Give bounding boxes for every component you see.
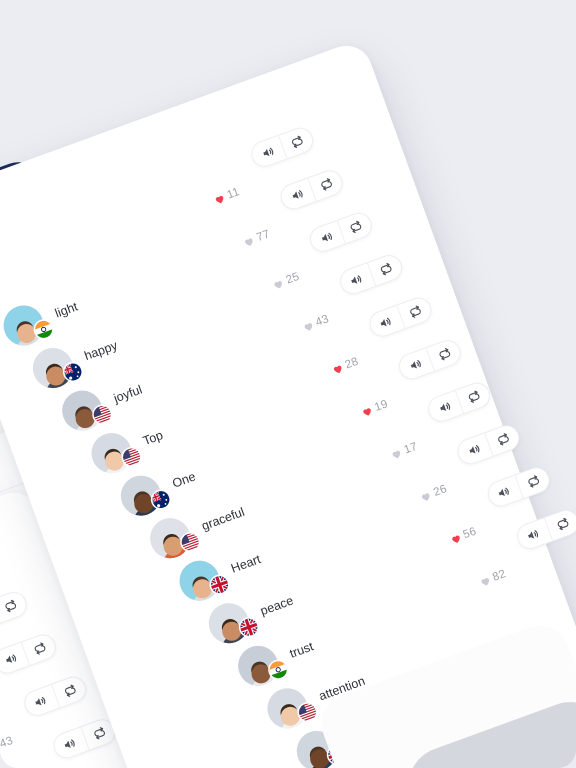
like-stat[interactable]: 43	[301, 313, 331, 334]
like-count: 11	[225, 186, 242, 202]
like-count: 82	[491, 568, 508, 584]
audio-action-pill[interactable]	[513, 506, 576, 553]
like-stat[interactable]: 77	[242, 228, 272, 249]
repeat-icon[interactable]	[425, 337, 464, 371]
audio-action-pill[interactable]	[454, 421, 524, 468]
like-stat[interactable]: 19	[360, 398, 390, 419]
repeat-icon[interactable]	[455, 380, 493, 414]
heart-icon	[331, 362, 345, 376]
repeat-icon[interactable]	[396, 295, 434, 329]
heart-icon	[360, 404, 374, 418]
like-count: 43	[314, 313, 331, 330]
repeat-icon[interactable]	[337, 210, 375, 244]
heart-icon	[478, 574, 492, 588]
like-count: 19	[373, 398, 390, 414]
like-count: 56	[461, 525, 479, 542]
like-stat[interactable]: 26	[419, 483, 449, 504]
audio-action-pill[interactable]	[20, 673, 90, 720]
audio-action-pill[interactable]	[365, 294, 435, 341]
heart-icon	[242, 234, 256, 248]
like-stat[interactable]: 82	[478, 568, 508, 589]
heart-icon	[390, 447, 404, 461]
audio-action-pill[interactable]	[247, 124, 317, 171]
audio-action-pill[interactable]	[306, 209, 376, 256]
repeat-icon[interactable]	[307, 167, 345, 202]
like-count: 25	[284, 270, 302, 287]
like-count: 26	[432, 483, 449, 499]
repeat-icon[interactable]	[50, 674, 89, 708]
audio-action-pill[interactable]	[0, 630, 60, 678]
like-stat[interactable]: 56	[448, 526, 478, 547]
audio-action-pill[interactable]	[336, 251, 406, 298]
like-stat[interactable]: 43	[0, 735, 15, 756]
like-stat[interactable]: 28	[330, 356, 360, 377]
audio-action-pill[interactable]	[0, 588, 31, 635]
heart-icon	[449, 532, 463, 546]
heart-icon	[272, 277, 286, 291]
repeat-icon[interactable]	[366, 252, 405, 287]
repeat-icon[interactable]	[278, 125, 316, 159]
like-stat[interactable]: 25	[271, 271, 301, 292]
heart-icon	[301, 319, 315, 333]
like-count: 17	[402, 440, 420, 457]
audio-action-pill[interactable]	[424, 378, 494, 426]
like-stat[interactable]: 11	[212, 186, 241, 206]
heart-icon	[213, 192, 227, 206]
app-canvas: 1177254328 lighthappyjoyfulTopOnegracefu…	[0, 0, 576, 768]
like-count: 43	[0, 734, 15, 751]
heart-icon	[419, 489, 433, 503]
repeat-icon[interactable]	[21, 632, 59, 666]
audio-action-pill[interactable]	[277, 166, 347, 213]
like-count: 77	[255, 228, 272, 245]
repeat-icon[interactable]	[484, 422, 523, 456]
repeat-icon[interactable]	[0, 589, 30, 623]
audio-action-pill[interactable]	[483, 463, 553, 511]
like-count: 28	[343, 355, 361, 372]
audio-action-pill[interactable]	[49, 715, 119, 762]
like-stat[interactable]: 17	[389, 441, 419, 462]
audio-action-pill[interactable]	[0, 545, 1, 593]
audio-action-pill[interactable]	[395, 336, 465, 383]
repeat-icon[interactable]	[514, 465, 552, 499]
